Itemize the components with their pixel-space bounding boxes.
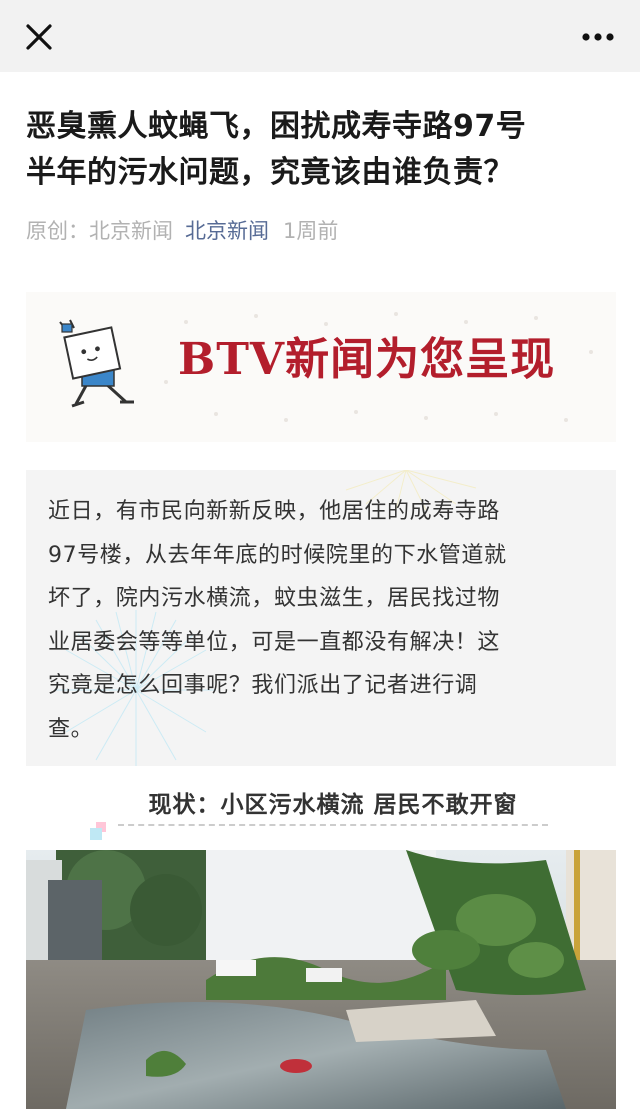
intro-paragraph: 近日，有市民向新新反映，他居住的成寿寺路 97号楼，从去年年底的时候院里的下水管…: [48, 490, 602, 751]
article-title: 恶臭熏人蚊蝇飞，困扰成寿寺路97号 半年的污水问题，究竟该由谁负责？: [26, 104, 616, 196]
intro-line: 近日，有市民向新新反映，他居住的成寿寺路: [48, 499, 501, 524]
intro-line: 业居委会等等单位，可是一直都没有解决！这: [48, 629, 501, 655]
decor-square-blue: [90, 828, 102, 840]
more-dots-icon: [582, 33, 614, 41]
top-bar: [0, 0, 640, 72]
publish-time: 1周前: [283, 219, 339, 243]
btv-banner-image: BTV新闻为您呈现: [26, 292, 616, 442]
intro-line: 究竟是怎么回事呢？我们派出了记者进行调: [48, 673, 478, 698]
sewage-scene-image: [26, 850, 616, 1109]
original-author-label: 原创：北京新闻: [26, 219, 173, 243]
btv-mascot-icon: [59, 319, 134, 408]
account-name-link[interactable]: 北京新闻: [185, 219, 269, 243]
intro-line: 查。: [48, 716, 94, 742]
intro-line: 坏了，院内污水横流，蚊虫滋生，居民找过物: [48, 586, 501, 611]
banner-slogan: BTV新闻为您呈现: [178, 334, 556, 385]
close-icon: [26, 24, 52, 50]
more-options-button[interactable]: [578, 22, 618, 52]
article-meta: 原创：北京新闻 北京新闻 1周前: [26, 216, 338, 246]
title-line-2: 半年的污水问题，究竟该由谁负责？: [26, 155, 514, 190]
sewage-photo[interactable]: [26, 850, 616, 1109]
intro-line: 97号楼，从去年年底的时候院里的下水管道就: [48, 542, 507, 568]
title-line-1: 恶臭熏人蚊蝇飞，困扰成寿寺路97号: [26, 109, 527, 144]
section-heading-block: 现状：小区污水横流 居民不敢开窗: [26, 776, 616, 842]
section-heading: 现状：小区污水横流 居民不敢开窗: [118, 788, 548, 826]
intro-box: 近日，有市民向新新反映，他居住的成寿寺路 97号楼，从去年年底的时候院里的下水管…: [26, 470, 616, 766]
close-button[interactable]: [22, 20, 56, 54]
